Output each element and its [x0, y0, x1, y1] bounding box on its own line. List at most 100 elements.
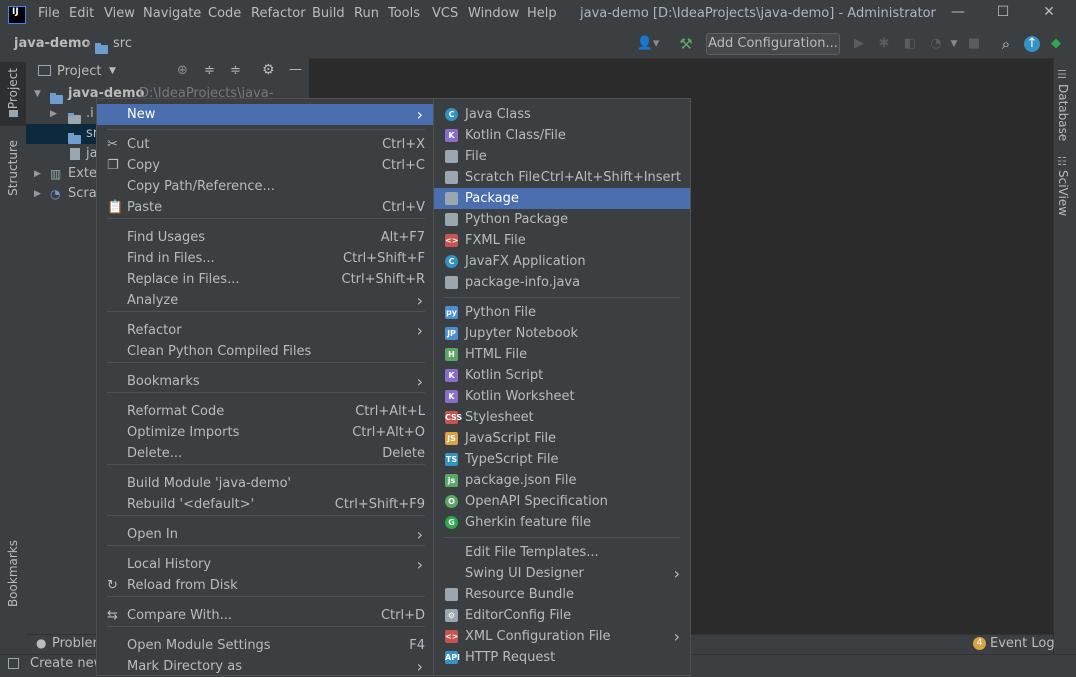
maximize-button[interactable]: ☐ [988, 4, 1018, 26]
update-icon[interactable]: ↑ [1024, 36, 1040, 52]
stop-icon[interactable]: ■ [966, 36, 982, 52]
menu-item-mark-directory-as[interactable]: Mark Directory as › [97, 656, 433, 677]
new-item-fxml-file[interactable]: <> FXML File [434, 230, 690, 251]
menu-item-refactor[interactable]: Refactor › [97, 320, 433, 341]
menu-item-compare-with[interactable]: ⇆ Compare With... Ctrl+D [97, 605, 433, 626]
new-item-xml-configuration-file[interactable]: <> XML Configuration File › [434, 626, 690, 647]
new-item-http-request[interactable]: API HTTP Request [434, 647, 690, 668]
build-hammer-icon[interactable]: ⚒ [678, 36, 694, 52]
new-item-openapi-specification[interactable]: O OpenAPI Specification [434, 491, 690, 512]
new-item-resource-bundle[interactable]: Resource Bundle [434, 584, 690, 605]
new-item-python-package[interactable]: Python Package [434, 209, 690, 230]
menu-item-label: Open Module Settings [127, 638, 271, 653]
menu-item-find-in-files[interactable]: Find in Files... Ctrl+Shift+F [97, 248, 433, 269]
search-icon[interactable]: ⌕ [998, 36, 1014, 52]
chevron-down-icon[interactable]: ▼ [109, 66, 116, 76]
new-item-swing-ui-designer[interactable]: Swing UI Designer › [434, 563, 690, 584]
new-item-gherkin-feature-file[interactable]: G Gherkin feature file [434, 512, 690, 533]
new-item-javascript-file[interactable]: JS JavaScript File [434, 428, 690, 449]
menu-view[interactable]: View [104, 6, 135, 21]
new-item-package-info-java[interactable]: package-info.java [434, 272, 690, 293]
gear-icon[interactable]: ⚙ [262, 62, 275, 78]
menu-item-rebuild-default[interactable]: Rebuild '<default>' Ctrl+Shift+F9 [97, 494, 433, 515]
new-item-html-file[interactable]: H HTML File [434, 344, 690, 365]
menu-item-label: Optimize Imports [127, 425, 240, 440]
project-view-title[interactable]: Project [57, 64, 101, 79]
menu-tools[interactable]: Tools [388, 6, 420, 21]
context-menu: New › ✂ Cut Ctrl+X ❐ Copy Ctrl+C Copy Path/Refer… [96, 98, 434, 676]
menu-vcs[interactable]: VCS [432, 6, 458, 21]
new-item-editorconfig-file[interactable]: ⚙ EditorConfig File [434, 605, 690, 626]
menu-item-copy-path-reference[interactable]: Copy Path/Reference... [97, 176, 433, 197]
bookmarks-tool-tab[interactable]: Bookmarks [6, 540, 20, 607]
new-item-kotlin-script[interactable]: K Kotlin Script [434, 365, 690, 386]
menu-item-analyze[interactable]: Analyze › [97, 290, 433, 311]
menu-item-replace-in-files[interactable]: Replace in Files... Ctrl+Shift+R [97, 269, 433, 290]
new-item-python-file[interactable]: py Python File [434, 302, 690, 323]
menu-item-build-module-java-demo[interactable]: Build Module 'java-demo' [97, 473, 433, 494]
menu-edit[interactable]: Edit [69, 6, 94, 21]
gherkin-icon: G [445, 516, 458, 529]
structure-tool-tab[interactable]: Structure [6, 140, 20, 196]
menu-item-paste[interactable]: 📋 Paste Ctrl+V [97, 197, 433, 218]
menu-item-open-module-settings[interactable]: Open Module Settings F4 [97, 635, 433, 656]
new-item-typescript-file[interactable]: TS TypeScript File [434, 449, 690, 470]
menu-build[interactable]: Build [312, 6, 345, 21]
menu-item-open-in[interactable]: Open In › [97, 524, 433, 545]
sciview-tool-tab[interactable]: SciView [1056, 170, 1070, 216]
new-item-jupyter-notebook[interactable]: JP Jupyter Notebook [434, 323, 690, 344]
minimize-button[interactable]: — [943, 4, 973, 26]
new-item-package[interactable]: Package [434, 188, 690, 209]
menu-separator [107, 626, 425, 627]
database-tool-tab[interactable]: Database [1056, 84, 1070, 141]
menu-help[interactable]: Help [527, 6, 557, 21]
menu-item-label: Compare With... [127, 608, 233, 623]
menu-item-copy[interactable]: ❐ Copy Ctrl+C [97, 155, 433, 176]
new-item-stylesheet[interactable]: CSS Stylesheet [434, 407, 690, 428]
menu-navigate[interactable]: Navigate [143, 6, 201, 21]
new-item-scratch-file[interactable]: Scratch File Ctrl+Alt+Shift+Insert [434, 167, 690, 188]
menu-item-clean-python-compiled-files[interactable]: Clean Python Compiled Files [97, 341, 433, 362]
menu-item-find-usages[interactable]: Find Usages Alt+F7 [97, 227, 433, 248]
menu-code[interactable]: Code [208, 6, 241, 21]
expand-all-icon[interactable]: ≑ [204, 63, 215, 78]
coverage-icon[interactable]: ◧ [902, 36, 918, 52]
menu-file[interactable]: File [38, 6, 60, 21]
event-log-tab[interactable]: Event Log [990, 636, 1055, 651]
new-item-file[interactable]: File [434, 146, 690, 167]
menu-run[interactable]: Run [354, 6, 379, 21]
user-icon[interactable]: 👤▾ [636, 36, 660, 52]
menu-item-cut[interactable]: ✂ Cut Ctrl+X [97, 134, 433, 155]
close-button[interactable]: ✕ [1034, 4, 1064, 26]
new-item-kotlin-worksheet[interactable]: K Kotlin Worksheet [434, 386, 690, 407]
menu-item-reformat-code[interactable]: Reformat Code Ctrl+Alt+L [97, 401, 433, 422]
breadcrumb-project[interactable]: java-demo [14, 36, 90, 51]
run-icon[interactable]: ▶ [851, 36, 867, 52]
menu-item-label: Resource Bundle [465, 587, 575, 602]
new-item-java-class[interactable]: C Java Class [434, 104, 690, 125]
add-configuration-button[interactable]: Add Configuration... [706, 33, 840, 55]
new-item-edit-file-templates[interactable]: Edit File Templates... [434, 542, 690, 563]
locate-icon[interactable]: ⊕ [177, 63, 188, 78]
menu-item-reload-from-disk[interactable]: ↻ Reload from Disk [97, 575, 433, 596]
plugin-icon[interactable]: ◆ [1048, 36, 1064, 52]
menu-item-bookmarks[interactable]: Bookmarks › [97, 371, 433, 392]
menu-refactor[interactable]: Refactor [251, 6, 306, 21]
new-item-javafx-application[interactable]: C JavaFX Application [434, 251, 690, 272]
breadcrumb-src[interactable]: src [113, 36, 132, 51]
status-layout-icon[interactable] [8, 658, 19, 669]
menu-item-shortcut: Ctrl+C [381, 158, 425, 173]
menu-item-optimize-imports[interactable]: Optimize Imports Ctrl+Alt+O [97, 422, 433, 443]
menu-window[interactable]: Window [468, 6, 519, 21]
profile-icon[interactable]: ◔ [928, 36, 944, 52]
menu-item-delete[interactable]: Delete... Delete [97, 443, 433, 464]
hide-panel-icon[interactable]: — [289, 62, 302, 77]
menu-item-new[interactable]: New › [97, 104, 433, 125]
debug-icon[interactable]: ✱ [876, 36, 892, 52]
more-run-chevron-icon[interactable]: ▼ [946, 36, 962, 52]
new-item-package-json-file[interactable]: js package.json File [434, 470, 690, 491]
collapse-all-icon[interactable]: ≑ [230, 63, 241, 78]
new-item-kotlin-class-file[interactable]: K Kotlin Class/File [434, 125, 690, 146]
fxml-file-icon: <> [445, 234, 459, 247]
menu-item-local-history[interactable]: Local History › [97, 554, 433, 575]
